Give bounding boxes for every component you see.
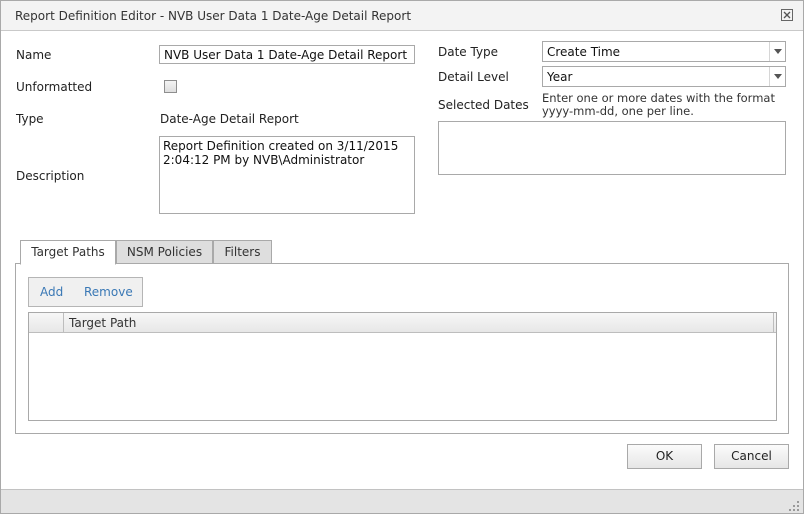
description-textarea[interactable]: Report Definition created on 3/11/2015 2…: [159, 136, 415, 214]
unformatted-checkbox[interactable]: [164, 80, 177, 93]
name-label: Name: [16, 48, 52, 62]
tab-target-paths[interactable]: Target Paths: [20, 240, 116, 265]
grid-header: Target Path: [29, 313, 776, 333]
column-divider: [773, 313, 774, 332]
target-paths-grid[interactable]: Target Path: [28, 312, 777, 421]
selected-dates-textarea[interactable]: [438, 121, 786, 175]
detail-level-label: Detail Level: [438, 70, 509, 84]
status-bar: [1, 489, 803, 513]
selected-dates-label: Selected Dates: [438, 98, 529, 112]
chevron-down-icon[interactable]: [769, 67, 785, 86]
cancel-button[interactable]: Cancel: [714, 444, 789, 469]
selected-dates-hint: Enter one or more dates with the format …: [542, 91, 775, 118]
target-paths-panel: Add Remove Target Path: [15, 263, 789, 434]
close-icon[interactable]: [781, 9, 795, 23]
date-type-select[interactable]: Create Time: [542, 41, 786, 62]
date-type-label: Date Type: [438, 45, 499, 59]
tab-filters[interactable]: Filters: [213, 240, 272, 264]
title-bar[interactable]: Report Definition Editor - NVB User Data…: [1, 1, 803, 31]
detail-level-select[interactable]: Year: [542, 66, 786, 87]
ok-button[interactable]: OK: [627, 444, 702, 469]
description-label: Description: [16, 169, 85, 183]
unformatted-label: Unformatted: [16, 80, 93, 94]
name-input[interactable]: [159, 45, 415, 64]
tab-nsm-policies[interactable]: NSM Policies: [116, 240, 213, 264]
chevron-down-icon[interactable]: [769, 42, 785, 61]
column-header-target-path[interactable]: Target Path: [69, 316, 136, 330]
remove-button[interactable]: Remove: [84, 285, 133, 299]
row-selector-column[interactable]: [29, 313, 64, 332]
date-type-value: Create Time: [547, 45, 621, 59]
resize-grip-icon[interactable]: [789, 500, 799, 511]
detail-level-value: Year: [547, 70, 573, 84]
report-definition-editor-dialog: Report Definition Editor - NVB User Data…: [0, 0, 804, 514]
type-label: Type: [16, 112, 44, 126]
add-button[interactable]: Add: [40, 285, 63, 299]
target-paths-toolbar: Add Remove: [28, 277, 143, 307]
type-value: Date-Age Detail Report: [160, 112, 299, 126]
window-title: Report Definition Editor - NVB User Data…: [15, 9, 412, 23]
